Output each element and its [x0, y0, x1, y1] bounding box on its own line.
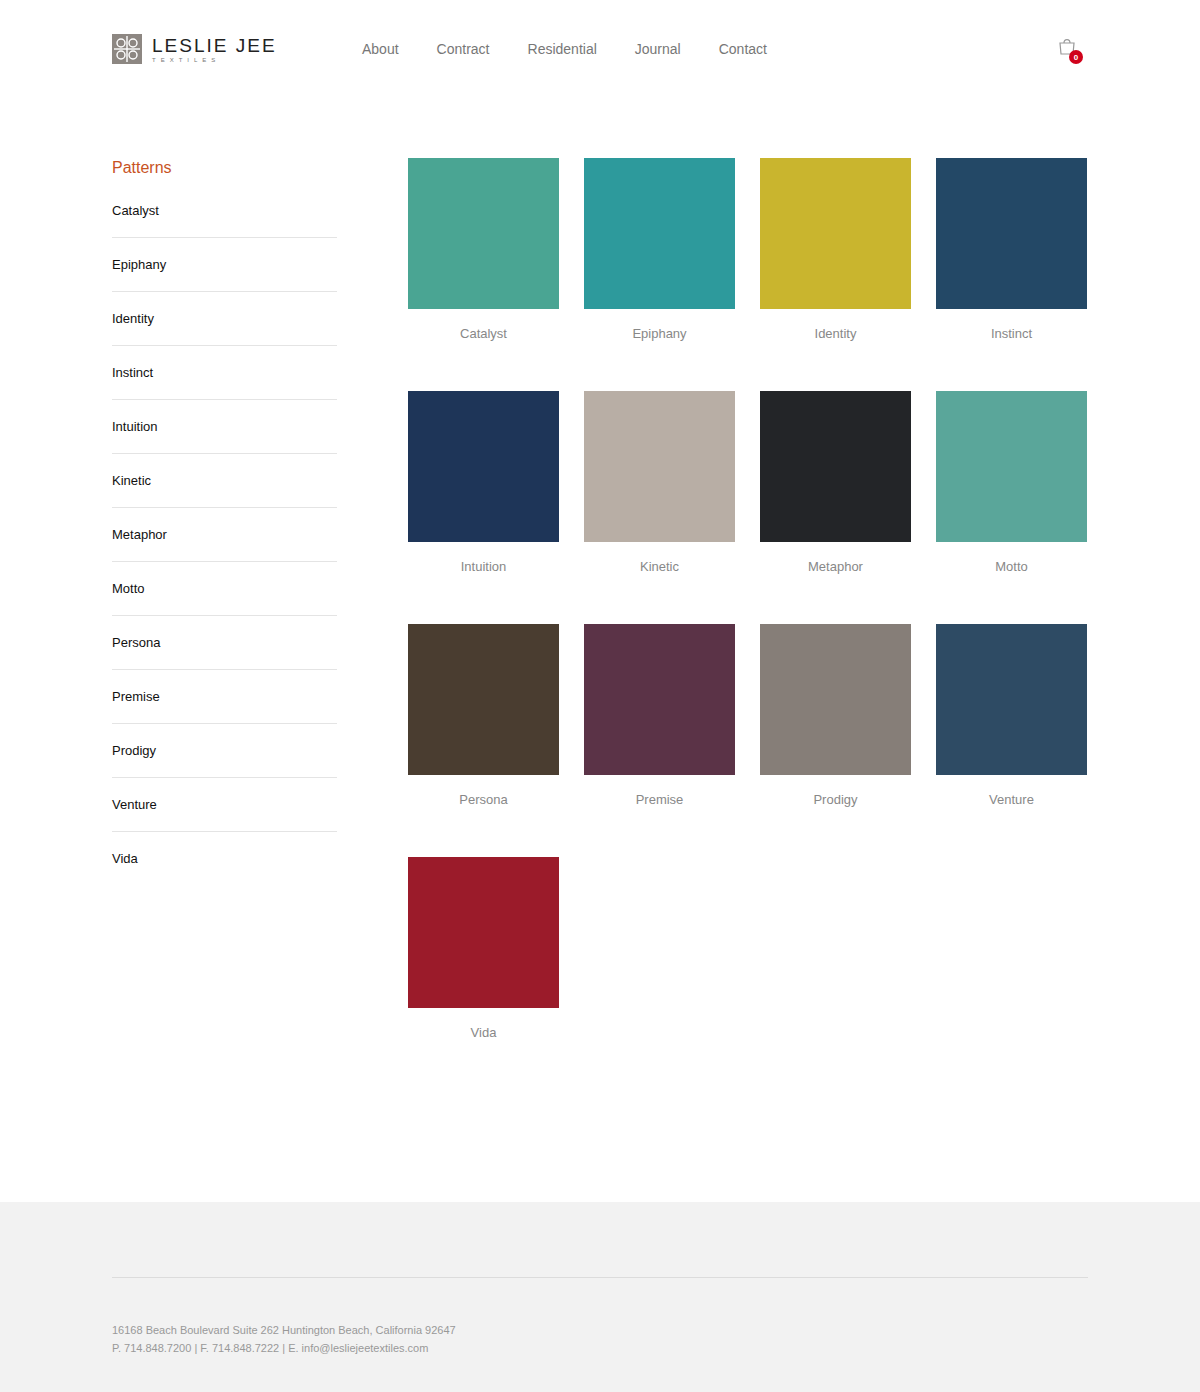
cart-button[interactable]: 0 [1058, 37, 1082, 61]
pattern-swatch [408, 857, 559, 1008]
sidebar-item[interactable]: Catalyst [112, 194, 337, 238]
sidebar-item[interactable]: Kinetic [112, 454, 337, 508]
pattern-swatch [584, 158, 735, 309]
footer: 16168 Beach Boulevard Suite 262 Huntingt… [0, 1202, 1200, 1392]
sidebar: Patterns CatalystEpiphanyIdentityInstinct… [112, 158, 337, 885]
sidebar-title: Patterns [112, 158, 337, 178]
sidebar-item[interactable]: Persona [112, 616, 337, 670]
sidebar-item[interactable]: Prodigy [112, 724, 337, 778]
pattern-card[interactable]: Vida [408, 857, 559, 1041]
sidebar-item[interactable]: Intuition [112, 400, 337, 454]
pattern-swatch [936, 624, 1087, 775]
sidebar-item[interactable]: Identity [112, 292, 337, 346]
pattern-name: Metaphor [808, 558, 863, 575]
pattern-swatch [408, 158, 559, 309]
pattern-card[interactable]: Identity [760, 158, 911, 342]
pattern-card[interactable]: Metaphor [760, 391, 911, 575]
pattern-card[interactable]: Instinct [936, 158, 1087, 342]
pattern-swatch [584, 391, 735, 542]
pattern-swatch [584, 624, 735, 775]
page: LESLIE JEE TEXTILES About Contract Residenti… [0, 0, 1200, 1392]
pattern-name: Persona [459, 791, 507, 808]
main-content: PatternsCatalystEpiphanyIdentityInstinct… [112, 66, 1088, 1202]
pattern-swatch [936, 158, 1087, 309]
logo-name: LESLIE JEE [152, 36, 277, 55]
cart-count-badge: 0 [1069, 50, 1083, 64]
pattern-card[interactable]: Prodigy [760, 624, 911, 808]
pattern-card[interactable]: Intuition [408, 391, 559, 575]
pattern-swatch [760, 158, 911, 309]
sidebar-item[interactable]: Vida [112, 832, 337, 885]
pattern-name: Premise [636, 791, 684, 808]
sidebar-item[interactable]: Motto [112, 562, 337, 616]
pattern-name: Catalyst [460, 325, 507, 342]
pattern-grid: Catalyst Epiphany Identity Instinct Intuitio… [408, 158, 1087, 1041]
pattern-name: Epiphany [632, 325, 686, 342]
nav-item[interactable]: Contact [719, 41, 767, 57]
pattern-card[interactable]: Venture [936, 624, 1087, 808]
pattern-swatch [408, 391, 559, 542]
sidebar-item[interactable]: Metaphor [112, 508, 337, 562]
pattern-swatch [408, 624, 559, 775]
pattern-name: Venture [989, 791, 1034, 808]
logo[interactable]: LESLIE JEE TEXTILES [112, 34, 362, 64]
pattern-name: Identity [815, 325, 857, 342]
pattern-swatch [936, 391, 1087, 542]
pattern-card[interactable]: Premise [584, 624, 735, 808]
pattern-card[interactable]: Epiphany [584, 158, 735, 342]
footer-contact: P. 714.848.7200 | F. 714.848.7222 | E. i… [112, 1339, 1088, 1357]
header: LESLIE JEE TEXTILES About Contract Residenti… [112, 0, 1088, 66]
pattern-card[interactable]: Motto [936, 391, 1087, 575]
logo-icon [112, 34, 142, 64]
pattern-swatch [760, 391, 911, 542]
pattern-card[interactable]: Catalyst [408, 158, 559, 342]
main-nav: About Contract Residential Journal Contact [362, 41, 767, 57]
sidebar-item[interactable]: Venture [112, 778, 337, 832]
sidebar-item[interactable]: Instinct [112, 346, 337, 400]
footer-divider [112, 1277, 1088, 1278]
logo-tagline: TEXTILES [152, 57, 277, 63]
nav-item[interactable]: Contract [437, 41, 490, 57]
pattern-name: Motto [995, 558, 1028, 575]
sidebar-item[interactable]: Premise [112, 670, 337, 724]
nav-item[interactable]: Residential [528, 41, 597, 57]
sidebar-item[interactable]: Epiphany [112, 238, 337, 292]
pattern-name: Prodigy [813, 791, 857, 808]
pattern-swatch [760, 624, 911, 775]
pattern-card[interactable]: Persona [408, 624, 559, 808]
pattern-card[interactable]: Kinetic [584, 391, 735, 575]
nav-item[interactable]: Journal [635, 41, 681, 57]
pattern-name: Kinetic [640, 558, 679, 575]
nav-item[interactable]: About [362, 41, 399, 57]
pattern-name: Vida [471, 1024, 497, 1041]
pattern-name: Instinct [991, 325, 1032, 342]
footer-address: 16168 Beach Boulevard Suite 262 Huntingt… [112, 1321, 1088, 1339]
pattern-name: Intuition [461, 558, 507, 575]
